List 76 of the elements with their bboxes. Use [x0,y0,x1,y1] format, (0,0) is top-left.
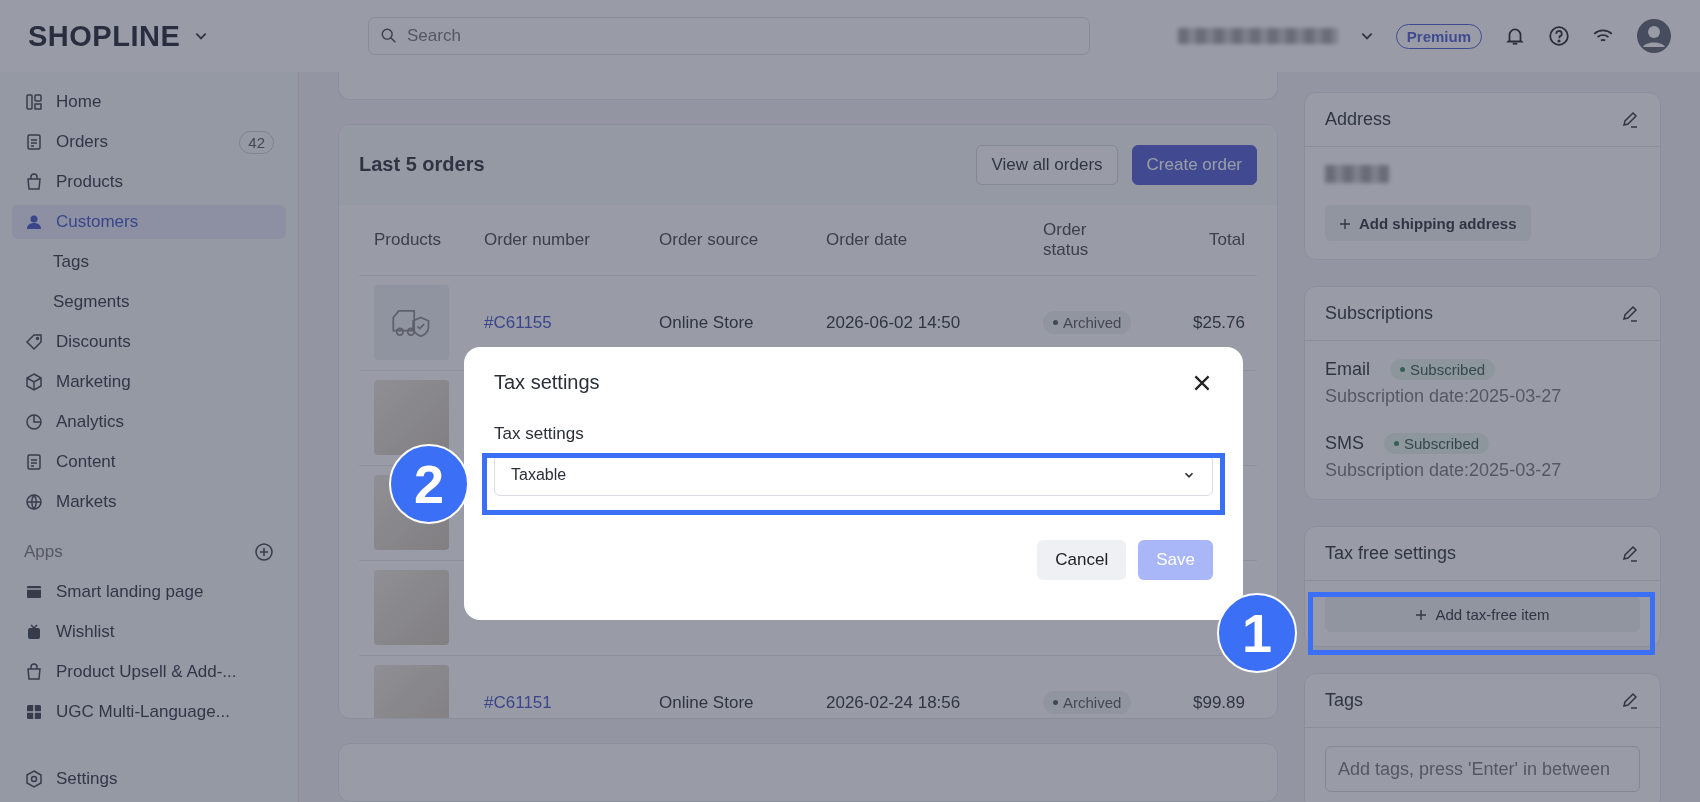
order-link[interactable]: #C61151 [484,692,659,713]
sidebar-item[interactable]: Product Upsell & Add-... [12,655,286,689]
table-cell-text: 2026-06-02 14:50 [826,312,962,333]
sidebar-item[interactable]: Analytics [12,405,286,439]
hexagon-icon [24,769,44,789]
grid-icon [24,702,44,722]
column-header: Order status [1043,219,1090,260]
search-field[interactable]: Search [368,17,1090,55]
view-orders-button[interactable]: View all orders [976,144,1118,185]
column-header: Order number [484,229,591,250]
add-tax-free-button[interactable]: Add tax-free item [1325,596,1640,632]
channel-name: Email [1325,359,1370,380]
dialog-title: Tax settings [494,371,600,394]
table-cell-text: Online Store [659,692,755,713]
status-badge: Subscribed [1390,359,1496,380]
sidebar-item[interactable]: UGC Multi-Language... [12,695,286,729]
sidebar-subitem[interactable]: Segments [12,285,286,319]
brand-logo[interactable]: SHOPLINE [28,19,181,53]
search-icon [380,27,398,45]
add-address-button[interactable]: Add shipping address [1325,205,1531,241]
add-circle-icon[interactable] [254,542,274,562]
sidebar-item[interactable]: Home [12,85,286,119]
sidebar-item[interactable]: Smart landing page [12,575,286,609]
subscription-date: Subscription date:2025-03-27 [1325,460,1562,481]
pencil-icon[interactable] [1620,690,1640,711]
table-cell: $25.76 [1193,312,1245,333]
blurred-address [1325,165,1389,183]
pie-chart-icon [24,412,44,432]
field-label: Tax settings [494,424,585,444]
bag-icon [24,662,44,682]
cube-icon [24,372,44,392]
bag-icon [24,172,44,192]
card-title: Address [1325,109,1392,130]
sidebar-item[interactable]: Discounts [12,325,286,359]
channel-name: SMS [1325,433,1364,454]
order-link[interactable]: #C61155 [484,312,659,333]
pencil-icon[interactable] [1620,543,1640,564]
section-heading: Apps [24,542,63,562]
status-badge: Archived [1043,310,1132,334]
column-header: Total [1208,229,1245,250]
tag-icon [24,332,44,352]
document-icon [24,132,44,152]
document-icon [24,452,44,472]
avatar-icon[interactable] [1636,18,1672,54]
sidebar-item[interactable]: Products [12,165,286,199]
sidebar-item[interactable]: Settings [12,762,286,796]
plus-icon [1339,217,1351,230]
subscription-date: Subscription date:2025-03-27 [1325,386,1562,407]
pencil-icon[interactable] [1620,303,1640,324]
tags-input-field[interactable]: Add tags, press 'Enter' in between [1325,746,1640,792]
table-cell-text: Online Store [659,312,755,333]
column-header: Products [374,229,443,250]
table-cell-text: 2026-02-24 18:56 [826,692,962,713]
cancel-button[interactable]: Cancel [1037,540,1127,580]
help-icon[interactable] [1548,25,1570,47]
column-header: Order date [826,229,909,250]
card-title: Tax free settings [1325,543,1457,564]
sidebar-item[interactable]: Marketing [12,365,286,399]
sidebar-item[interactable]: Orders 42 [12,125,286,159]
status-badge: Subscribed [1384,433,1490,454]
column-header: Order source [659,229,760,250]
sidebar-item[interactable]: Wishlist [12,615,286,649]
plus-icon [1415,608,1428,621]
sidebar-subitem[interactable]: Tags [12,245,286,279]
card-title: Last 5 orders [359,153,485,177]
table-cell: $99.89 [1193,692,1245,713]
sidebar-item[interactable]: Customers [12,205,286,239]
sidebar-item[interactable]: Markets [12,485,286,519]
pencil-icon[interactable] [1620,109,1640,130]
globe-icon [24,492,44,512]
card-title: Tags [1325,690,1364,711]
sidebar-item[interactable]: Content [12,445,286,479]
status-badge: Archived [1043,690,1132,714]
dashboard-icon [24,92,44,112]
card-title: Subscriptions [1325,303,1434,324]
create-order-button[interactable]: Create order [1131,144,1257,185]
